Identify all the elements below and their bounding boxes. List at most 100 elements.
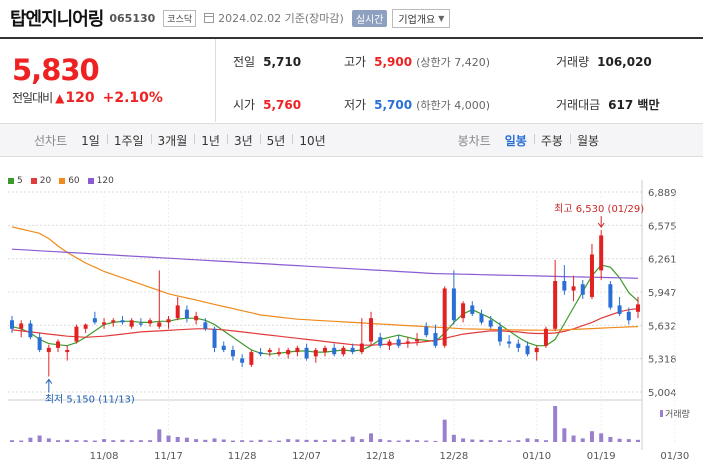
volume-bar (369, 433, 374, 442)
volume-bar (497, 440, 502, 442)
stat-amount: 거래대금 617 백만 (556, 96, 659, 113)
tab-1y[interactable]: 1년 (194, 132, 227, 149)
candle-chart-label[interactable]: 봉차트 (451, 132, 498, 149)
candle-body (470, 305, 475, 314)
volume-legend-swatch (660, 410, 663, 417)
candle-body (19, 323, 24, 329)
volume-bar (599, 433, 604, 442)
min-price-annotation: 최저 5,150 (11/13) (45, 394, 135, 406)
candle-body (608, 284, 613, 308)
volume-bar (258, 439, 263, 442)
volume-bar (580, 438, 585, 442)
volume-bar (221, 439, 226, 442)
current-price: 5,830 (12, 53, 100, 87)
tab-weekly[interactable]: 주봉 (533, 132, 570, 149)
volume-bar (10, 440, 14, 442)
volume-bar (562, 428, 567, 442)
volume-bar (157, 429, 162, 442)
candle-body (249, 352, 254, 365)
stat-low: 저가 5,700 (하한가 4,000) (344, 96, 490, 113)
volume-bar (396, 440, 401, 442)
volume-bar (74, 440, 79, 442)
candle-body (543, 328, 548, 346)
candle-body (295, 347, 300, 353)
tab-1d[interactable]: 1일 (74, 132, 107, 149)
ma-line-120 (11, 248, 639, 279)
volume-bar (102, 439, 107, 442)
volume-bar (608, 436, 613, 442)
candle-body (323, 347, 327, 353)
y-tick-label: 5,632 (648, 321, 677, 332)
volume-bar (65, 439, 70, 442)
candle-body (276, 352, 281, 355)
candle-body (184, 309, 189, 319)
company-overview-dropdown[interactable]: 기업개요 ▼ (392, 8, 451, 28)
candle-body (166, 319, 171, 323)
candle-body (507, 341, 512, 344)
candle-body (230, 349, 235, 357)
volume-bar (295, 439, 300, 442)
volume-bar (341, 439, 346, 442)
candle-body (46, 347, 51, 353)
candle-body (617, 305, 622, 314)
y-tick-label: 5,004 (648, 388, 677, 399)
candle-body (28, 323, 33, 338)
candle-body (286, 349, 291, 355)
candle-body (221, 345, 226, 350)
candle-body (369, 318, 374, 342)
chevron-down-icon: ▼ (438, 13, 445, 23)
company-overview-label: 기업개요 (398, 14, 436, 26)
candle-body (626, 311, 631, 321)
volume-bar (534, 439, 539, 442)
stat-label: 시가 (233, 98, 256, 112)
candle-body (175, 305, 180, 319)
volume-bar (415, 440, 420, 442)
tab-3y[interactable]: 3년 (226, 132, 260, 149)
volume-bar (332, 439, 337, 442)
x-tick-label: 12/07 (292, 451, 321, 462)
volume-bar (19, 440, 24, 442)
tab-3m[interactable]: 3개월 (150, 132, 195, 149)
realtime-button[interactable]: 실시간 (351, 9, 388, 27)
y-tick-label: 6,889 (648, 188, 677, 199)
candle-body (138, 323, 143, 325)
tab-monthly[interactable]: 월봉 (569, 132, 606, 149)
upper-limit: (상한가 7,420) (416, 56, 490, 69)
volume-bar (405, 439, 410, 442)
tab-10y[interactable]: 10년 (292, 132, 332, 149)
market-badge: 코스닥 (163, 9, 197, 27)
stat-value: 5,710 (263, 55, 302, 69)
candle-body (516, 343, 521, 348)
volume-bar (148, 440, 153, 442)
y-tick-label: 5,947 (648, 288, 677, 299)
candle-body (120, 320, 125, 323)
price-chart[interactable]: 6,889 6,575 6,261 5,947 5,632 5,318 5,004 11/08… (0, 180, 703, 466)
stat-value: 617 백만 (608, 98, 660, 112)
change-value: 120 (65, 89, 95, 106)
x-tick-label: 11/17 (154, 451, 183, 462)
stat-label: 저가 (344, 98, 367, 112)
candle-body (479, 313, 484, 323)
stat-volume: 거래량 106,020 (556, 53, 652, 70)
tab-daily[interactable]: 일봉 (498, 132, 534, 149)
volume-bar (28, 437, 33, 442)
candle-body (405, 341, 410, 344)
candle-body (37, 337, 42, 350)
volume-bar (589, 431, 594, 442)
candle-body (378, 337, 383, 346)
stat-open: 시가 5,760 (233, 96, 301, 113)
volume-bar (286, 439, 291, 442)
candle-body (396, 339, 401, 346)
line-chart-label[interactable]: 선차트 (0, 132, 74, 149)
y-tick-label: 5,318 (648, 355, 677, 366)
candle-body (203, 322, 208, 329)
volume-bar (488, 440, 493, 442)
tab-1w[interactable]: 1주일 (106, 132, 151, 149)
volume-bar (507, 440, 512, 442)
candle-body (267, 349, 272, 353)
stat-label: 고가 (344, 55, 367, 69)
volume-bar (184, 437, 189, 442)
tab-5y[interactable]: 5년 (259, 132, 293, 149)
candle-body (350, 347, 355, 353)
candle-body (497, 326, 502, 342)
